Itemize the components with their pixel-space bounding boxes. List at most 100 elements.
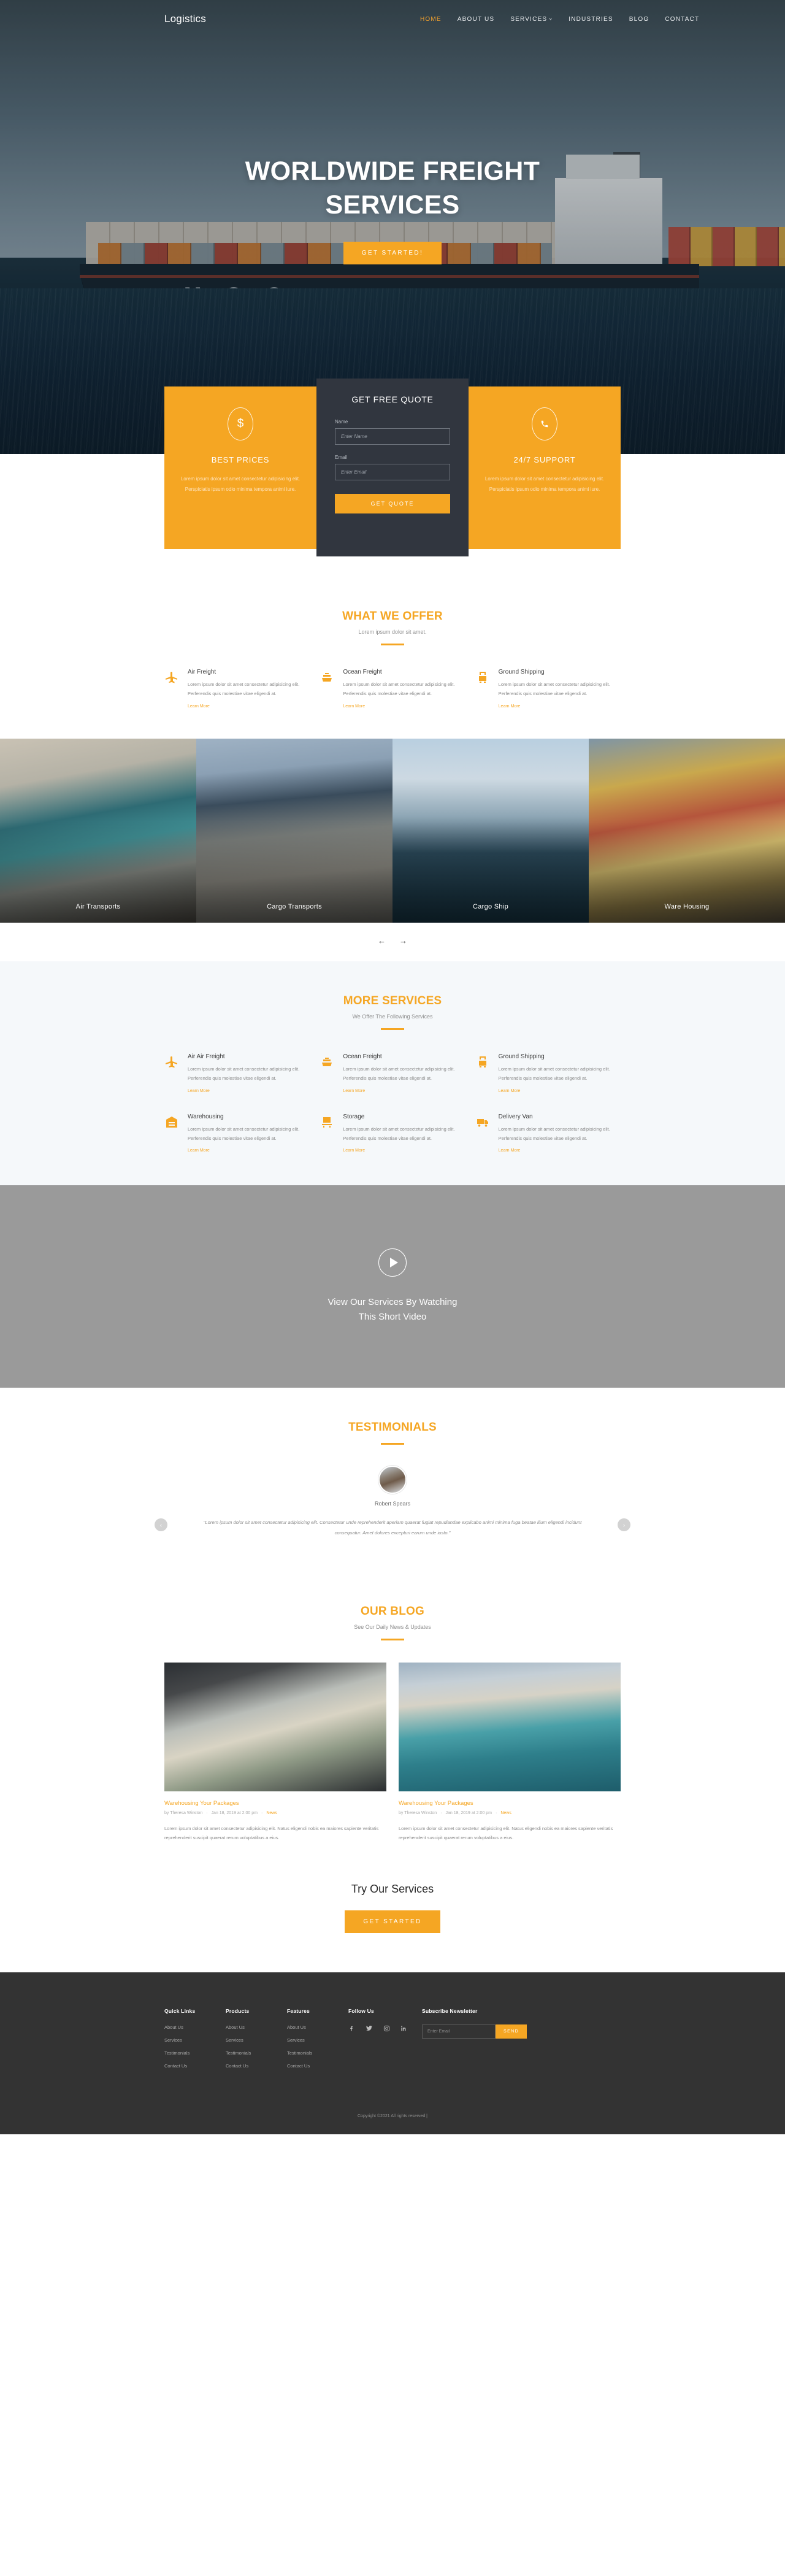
- blog-post-category[interactable]: News: [266, 1811, 277, 1815]
- dollar-icon: $: [228, 407, 253, 440]
- footer-link[interactable]: About Us: [164, 2024, 226, 2030]
- service-learn-more-link[interactable]: Learn More: [499, 1148, 521, 1153]
- blog-title: OUR BLOG: [361, 1604, 424, 1618]
- brand-logo[interactable]: Logistics: [164, 13, 206, 25]
- gallery-caption: Air Transports: [75, 902, 121, 910]
- support-card: 24/7 SUPPORT Lorem ipsum dolor sit amet …: [469, 386, 621, 549]
- footer-column-features: Features About Us Services Testimonials …: [287, 2008, 348, 2076]
- service-card: Ground Shipping Lorem ipsum dolor sit am…: [475, 669, 621, 710]
- footer-column-products: Products About Us Services Testimonials …: [226, 2008, 287, 2076]
- nav-item-contact[interactable]: CONTACT: [665, 16, 699, 23]
- twitter-icon[interactable]: [366, 2024, 373, 2034]
- play-triangle: [389, 1258, 398, 1268]
- play-icon[interactable]: [378, 1248, 407, 1277]
- meta-separator: ·: [495, 1810, 497, 1815]
- service-card: Ocean Freight Lorem ipsum dolor sit amet…: [320, 669, 465, 710]
- footer-column-heading: Features: [287, 2008, 310, 2015]
- footer-link[interactable]: Contact Us: [164, 2063, 226, 2069]
- blog-post: Warehousing Your Packages by Theresa Win…: [164, 1662, 386, 1843]
- meta-separator: ·: [261, 1810, 263, 1815]
- instagram-icon[interactable]: [383, 2025, 390, 2034]
- ship-icon: [320, 1053, 335, 1095]
- gallery-strip: Air Transports Cargo Transports Cargo Sh…: [0, 738, 785, 923]
- blog-post-author: by Theresa Winston: [399, 1810, 437, 1815]
- service-name: Warehousing: [188, 1113, 224, 1120]
- nav-item-home[interactable]: HOME: [420, 16, 442, 23]
- service-name: Air Air Freight: [188, 1053, 225, 1060]
- best-prices-card: $ BEST PRICES Lorem ipsum dolor sit amet…: [164, 386, 316, 549]
- testimonial-next-button[interactable]: ›: [618, 1518, 630, 1532]
- footer-link[interactable]: Testimonials: [164, 2050, 226, 2056]
- blog-post-title[interactable]: Warehousing Your Packages: [399, 1800, 621, 1807]
- service-learn-more-link[interactable]: Learn More: [188, 704, 210, 709]
- service-name: Ocean Freight: [343, 1053, 382, 1060]
- footer-link[interactable]: Services: [164, 2037, 226, 2043]
- gallery-item[interactable]: Cargo Ship: [392, 738, 589, 923]
- service-desc: Lorem ipsum dolor sit amet consectetur a…: [498, 1066, 610, 1082]
- quote-name-input[interactable]: [335, 428, 450, 445]
- service-learn-more-link[interactable]: Learn More: [343, 704, 365, 709]
- blog-post-image[interactable]: [399, 1662, 621, 1791]
- blog-post-title[interactable]: Warehousing Your Packages: [164, 1800, 386, 1807]
- gallery-item[interactable]: Ware Housing: [589, 738, 785, 923]
- service-name: Delivery Van: [498, 1113, 533, 1120]
- hero-title-line2: SERVICES: [325, 190, 460, 220]
- blog-post-meta: by Theresa Winston · Jan 18, 2019 at 2:00 …: [399, 1811, 621, 1815]
- footer-link[interactable]: Contact Us: [226, 2063, 287, 2069]
- testimonial-quote: "Lorem ipsum dolor sit amet consectetur …: [203, 1520, 582, 1536]
- blog-post-category[interactable]: News: [500, 1811, 511, 1815]
- quote-form-heading: GET FREE QUOTE: [351, 394, 434, 404]
- gallery-item[interactable]: Cargo Transports: [196, 738, 392, 923]
- footer-link[interactable]: Services: [226, 2037, 287, 2043]
- footer-link[interactable]: Testimonials: [287, 2050, 348, 2056]
- nav-item-industries[interactable]: INDUSTRIES: [569, 16, 613, 23]
- follow-us-heading: Follow Us: [348, 2008, 374, 2015]
- service-body: Air Air Freight Lorem ipsum dolor sit am…: [188, 1053, 310, 1095]
- testimonials-section: TESTIMONIALS ‹ › Robert Spears "Lorem ip…: [0, 1388, 785, 1572]
- blog-post-date: Jan 18, 2019 at 2:00 pm: [445, 1810, 492, 1815]
- quote-email-label: Email: [335, 455, 348, 460]
- nav-item-services-label: SERVICES: [510, 15, 548, 23]
- meta-separator: ·: [440, 1810, 442, 1815]
- service-learn-more-link[interactable]: Learn More: [188, 1148, 210, 1153]
- footer-link[interactable]: Contact Us: [287, 2063, 348, 2069]
- service-body: Warehousing Lorem ipsum dolor sit amet c…: [188, 1113, 310, 1155]
- footer-link[interactable]: Testimonials: [226, 2050, 287, 2056]
- footer-column-heading: Products: [226, 2008, 250, 2015]
- service-name: Ground Shipping: [498, 669, 545, 675]
- nav-item-blog[interactable]: BLOG: [629, 16, 649, 23]
- service-learn-more-link[interactable]: Learn More: [499, 704, 521, 709]
- quote-email-input[interactable]: [335, 464, 450, 480]
- service-desc: Lorem ipsum dolor sit amet consectetur a…: [188, 682, 300, 697]
- service-body: Storage Lorem ipsum dolor sit amet conse…: [343, 1113, 465, 1155]
- get-quote-button[interactable]: GET QUOTE: [335, 494, 450, 513]
- nav-item-about-us[interactable]: ABOUT US: [458, 16, 495, 23]
- blog-post-image[interactable]: [164, 1662, 386, 1791]
- gallery-prev-icon[interactable]: ←: [378, 936, 386, 945]
- testimonials-header: TESTIMONIALS: [0, 1388, 785, 1445]
- linkedin-icon[interactable]: [400, 2025, 407, 2034]
- quote-name-label: Name: [335, 419, 348, 425]
- service-desc: Lorem ipsum dolor sit amet consectetur a…: [188, 1126, 300, 1141]
- gallery-next-icon[interactable]: →: [399, 936, 407, 945]
- support-title: 24/7 SUPPORT: [513, 455, 576, 464]
- gallery-item[interactable]: Air Transports: [0, 738, 196, 923]
- gallery-caption: Cargo Ship: [472, 902, 509, 910]
- support-text: Lorem ipsum dolor sit amet consectetur a…: [484, 476, 605, 492]
- facebook-icon[interactable]: [348, 2025, 355, 2034]
- footer-link[interactable]: About Us: [287, 2024, 348, 2030]
- footer-link[interactable]: Services: [287, 2037, 348, 2043]
- newsletter-send-button[interactable]: SEND: [496, 2024, 527, 2039]
- hero-get-started-button[interactable]: GET STARTED!: [343, 242, 442, 265]
- cta-get-started-button[interactable]: GET STARTED: [345, 1910, 440, 1934]
- service-card: Storage Lorem ipsum dolor sit amet conse…: [320, 1113, 465, 1155]
- footer-link[interactable]: About Us: [226, 2024, 287, 2030]
- service-learn-more-link[interactable]: Learn More: [343, 1148, 365, 1153]
- service-learn-more-link[interactable]: Learn More: [343, 1089, 365, 1093]
- service-learn-more-link[interactable]: Learn More: [188, 1089, 210, 1093]
- newsletter-email-input[interactable]: [422, 2024, 496, 2039]
- service-learn-more-link[interactable]: Learn More: [499, 1089, 521, 1093]
- nav-item-services[interactable]: SERVICES ˅: [510, 16, 553, 23]
- blog-subtitle: See Our Daily News & Updates: [354, 1623, 431, 1630]
- testimonial-prev-button[interactable]: ‹: [155, 1518, 167, 1532]
